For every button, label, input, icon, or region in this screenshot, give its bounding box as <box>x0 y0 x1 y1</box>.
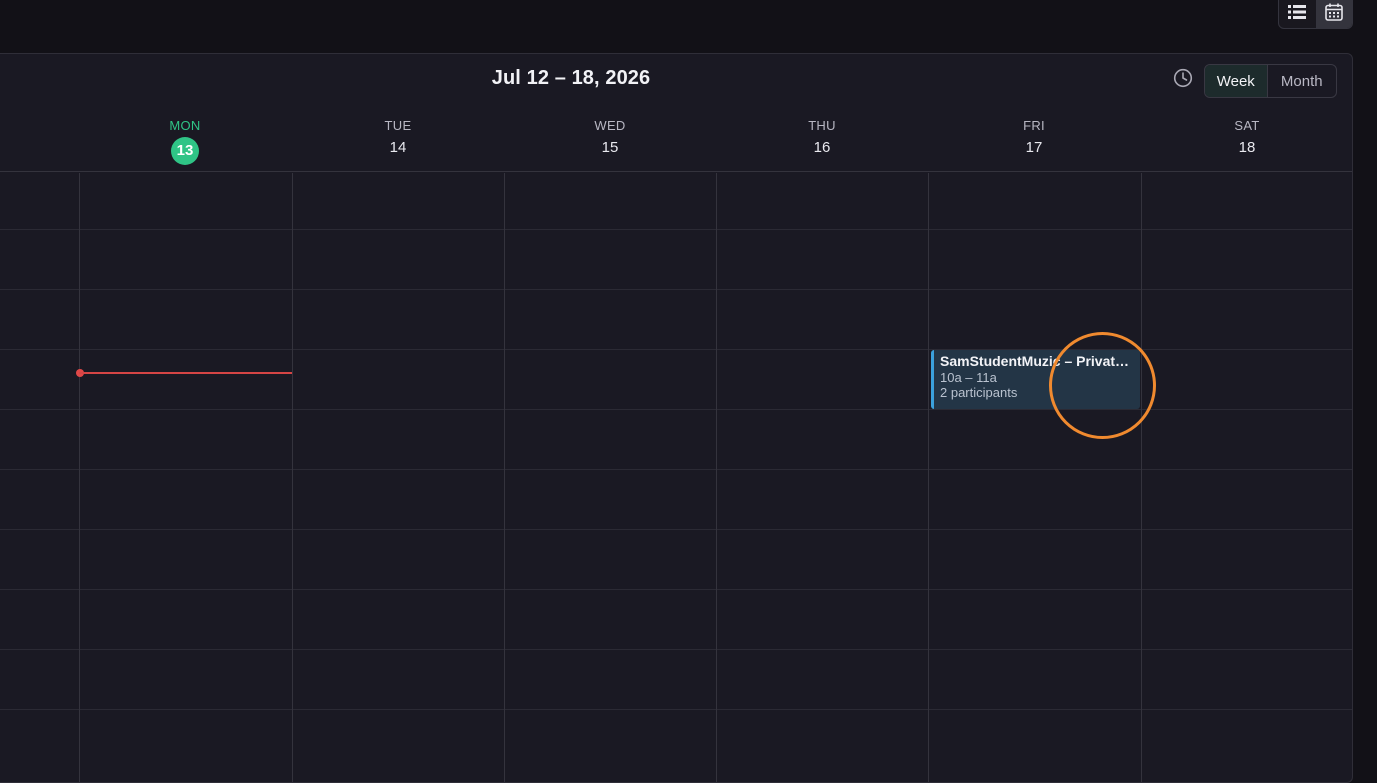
list-view-button[interactable] <box>1279 0 1316 28</box>
day-of-week-label: WED <box>594 118 626 133</box>
day-column-divider <box>292 173 293 782</box>
month-view-button[interactable]: Month <box>1268 65 1336 97</box>
time-settings-button[interactable] <box>1172 68 1194 93</box>
day-of-week-label: FRI <box>1023 118 1045 133</box>
hour-gridline <box>0 289 1352 290</box>
day-column-divider <box>79 173 80 782</box>
hour-gridline <box>0 649 1352 650</box>
event-participants: 2 participants <box>940 385 1018 400</box>
day-header-tue[interactable]: TUE 14 <box>292 118 504 165</box>
hour-gridline <box>0 529 1352 530</box>
hour-gridline <box>0 469 1352 470</box>
current-time-indicator <box>79 372 292 374</box>
day-column-divider <box>504 173 505 782</box>
view-mode-toggle: Week Month <box>1204 64 1337 98</box>
day-of-week-label: MON <box>169 118 201 133</box>
day-of-week-label: THU <box>808 118 836 133</box>
day-number: 17 <box>1025 139 1043 156</box>
event-title: SamStudentMuzic – Private Lesson <box>940 353 1134 369</box>
day-column-divider <box>928 173 929 782</box>
calendar-icon <box>1325 3 1344 26</box>
calendar-toolbar: Jul 12 – 18, 2026 Week Month <box>0 54 1352 106</box>
day-header-wed[interactable]: WED 15 <box>504 118 716 165</box>
day-header-fri[interactable]: FRI 17 <box>928 118 1140 165</box>
date-range-title: Jul 12 – 18, 2026 <box>491 67 651 89</box>
day-header-thu[interactable]: THU 16 <box>716 118 928 165</box>
day-number: 15 <box>601 139 619 156</box>
day-header-mon[interactable]: MON 13 <box>79 118 291 165</box>
calendar-panel: Jul 12 – 18, 2026 Week Month MON 13 TUE … <box>0 53 1353 783</box>
day-column-divider <box>1141 173 1142 782</box>
hour-gridline <box>0 709 1352 710</box>
list-icon <box>1288 4 1307 25</box>
day-header-row: MON 13 TUE 14 WED 15 THU 16 FRI 17 SAT 1… <box>0 106 1352 172</box>
hour-gridline <box>0 409 1352 410</box>
clock-icon <box>1173 68 1193 93</box>
view-switcher <box>1278 0 1353 29</box>
day-number: 16 <box>813 139 831 156</box>
day-of-week-label: TUE <box>384 118 412 133</box>
week-time-grid[interactable]: SamStudentMuzic – Private Lesson 10a – 1… <box>0 173 1352 782</box>
today-date-badge: 13 <box>171 137 199 165</box>
calendar-view-button[interactable] <box>1315 0 1352 28</box>
hour-gridline <box>0 589 1352 590</box>
day-number: 18 <box>1238 139 1256 156</box>
page-edge <box>1353 53 1377 769</box>
hour-gridline <box>0 349 1352 350</box>
day-column-divider <box>716 173 717 782</box>
calendar-event[interactable]: SamStudentMuzic – Private Lesson 10a – 1… <box>931 350 1140 409</box>
hour-gridline <box>0 229 1352 230</box>
day-header-sat[interactable]: SAT 18 <box>1141 118 1352 165</box>
day-of-week-label: SAT <box>1234 118 1260 133</box>
day-number: 14 <box>389 139 407 156</box>
event-time: 10a – 11a <box>940 370 997 385</box>
week-view-button[interactable]: Week <box>1205 65 1268 97</box>
